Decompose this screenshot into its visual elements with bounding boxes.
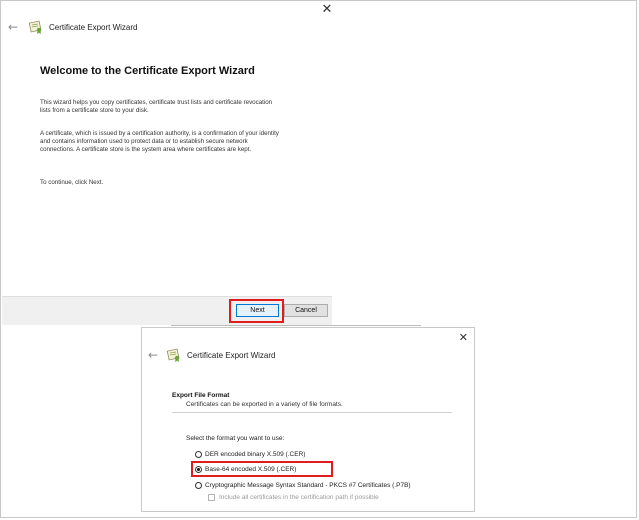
wizard-title: Certificate Export Wizard (49, 22, 138, 32)
page-heading: Welcome to the Certificate Export Wizard (40, 65, 255, 77)
continue-instruction: To continue, click Next. (40, 179, 104, 186)
wizard-export-format-window: ✕ ← Certificate Export Wizard Export Fil… (141, 327, 475, 512)
screenshot-frame: ✕ ← Certificate Export Wizard Welcome to… (0, 0, 637, 518)
wizard-title-bar: ← Certificate Export Wizard (146, 347, 275, 363)
close-icon[interactable]: ✕ (320, 3, 334, 17)
wizard-title: Certificate Export Wizard (187, 350, 276, 360)
format-option-pkcs7[interactable]: Cryptographic Message Syntax Standard - … (195, 480, 411, 490)
include-all-certificates-option: Include all certificates in the certific… (208, 492, 379, 502)
section-subtitle: Certificates can be exported in a variet… (186, 401, 343, 408)
base64-option-highlight (191, 461, 333, 477)
wizard-title-bar: ← Certificate Export Wizard (6, 18, 137, 36)
radio-button[interactable] (195, 481, 202, 489)
cancel-button[interactable]: Cancel (284, 304, 328, 317)
radio-button[interactable] (195, 450, 202, 458)
intro-paragraph: This wizard helps you copy certificates,… (40, 99, 273, 114)
include-all-checkbox (208, 493, 215, 501)
section-title: Export File Format (172, 392, 230, 399)
include-all-label: Include all certificates in the certific… (219, 493, 379, 501)
format-option-der[interactable]: DER encoded binary X.509 (.CER) (195, 449, 305, 459)
close-icon[interactable]: ✕ (459, 331, 468, 344)
format-option-label: DER encoded binary X.509 (.CER) (205, 450, 306, 458)
certificate-icon (166, 348, 182, 362)
section-divider (172, 412, 452, 413)
back-arrow-icon[interactable]: ← (146, 348, 160, 362)
format-option-label: Cryptographic Message Syntax Standard - … (205, 481, 411, 489)
format-prompt: Select the format you want to use: (186, 435, 285, 442)
next-button-highlight (229, 299, 284, 323)
wizard-welcome-window: ✕ ← Certificate Export Wizard Welcome to… (2, 2, 636, 327)
divider (171, 325, 421, 326)
certificate-icon (28, 20, 44, 34)
back-arrow-icon[interactable]: ← (6, 20, 20, 34)
certificate-description-paragraph: A certificate, which is issued by a cert… (40, 130, 279, 153)
